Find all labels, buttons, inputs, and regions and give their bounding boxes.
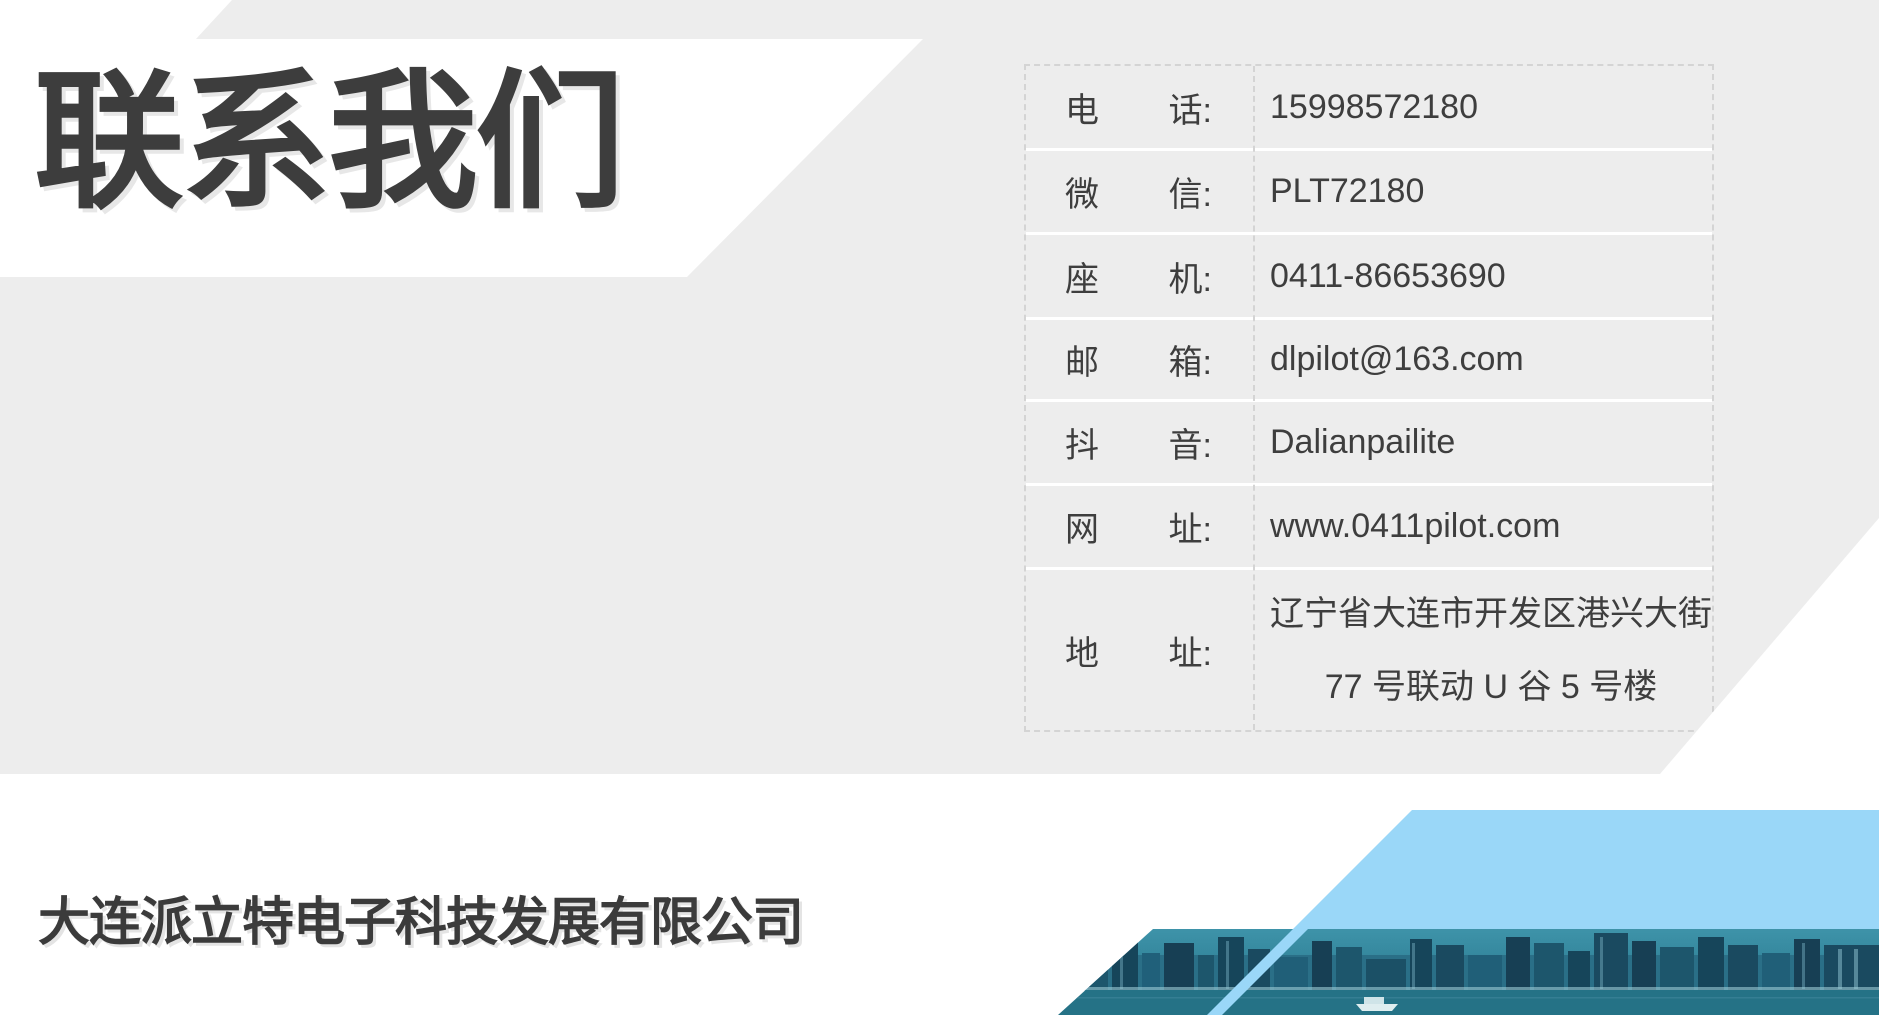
- label-text: 音:: [1169, 418, 1212, 467]
- row-label-website: 网 址:: [1026, 486, 1255, 567]
- contact-table: 电 话: 15998572180 微 信: PLT72180 座 机: 0411-86…: [1024, 64, 1714, 732]
- table-row-website: 网 址: www.0411pilot.com: [1026, 483, 1712, 567]
- address-line-2: 77 号联动 U 谷 5 号楼: [1325, 670, 1658, 704]
- row-value-email: dlpilot@163.com: [1255, 320, 1712, 399]
- table-row-email: 邮 箱: dlpilot@163.com: [1026, 317, 1712, 399]
- row-label-wechat: 微 信:: [1026, 151, 1255, 232]
- website-url: www.0411pilot.com: [1270, 507, 1560, 546]
- label-text: 话:: [1169, 83, 1212, 132]
- table-row-address: 地 址: 辽宁省大连市开发区港兴大街 77 号联动 U 谷 5 号楼: [1026, 567, 1712, 730]
- address-line-1: 辽宁省大连市开发区港兴大街: [1270, 597, 1712, 631]
- label-text: 网: [1065, 502, 1099, 551]
- row-value-website: www.0411pilot.com: [1255, 486, 1712, 567]
- row-value-wechat: PLT72180: [1255, 151, 1712, 232]
- row-value-phone: 15998572180: [1255, 66, 1712, 148]
- table-row-landline: 座 机: 0411-86653690: [1026, 232, 1712, 317]
- label-text: 电: [1065, 83, 1099, 132]
- label-text: 抖: [1065, 418, 1099, 467]
- label-text: 信:: [1169, 167, 1212, 216]
- row-label-landline: 座 机:: [1026, 235, 1255, 317]
- contact-slide: 电 话: 15998572180 微 信: PLT72180 座 机: 0411-86…: [0, 0, 1879, 1015]
- label-text: 座: [1065, 252, 1099, 301]
- row-value-address: 辽宁省大连市开发区港兴大街 77 号联动 U 谷 5 号楼: [1255, 570, 1712, 730]
- landline-number: 0411-86653690: [1270, 257, 1506, 296]
- row-value-landline: 0411-86653690: [1255, 235, 1712, 317]
- cityscape-graphic: [1058, 929, 1879, 1015]
- label-text: 邮: [1065, 335, 1099, 384]
- label-text: 机:: [1169, 252, 1212, 301]
- label-text: 箱:: [1169, 335, 1212, 384]
- row-label-address: 地 址:: [1026, 570, 1255, 730]
- label-text: 址:: [1169, 626, 1212, 675]
- table-row-wechat: 微 信: PLT72180: [1026, 148, 1712, 232]
- row-label-phone: 电 话:: [1026, 66, 1255, 148]
- table-row-douyin: 抖 音: Dalianpailite: [1026, 399, 1712, 483]
- cityscape-photo: [1058, 929, 1879, 1015]
- row-label-douyin: 抖 音:: [1026, 402, 1255, 483]
- table-row-phone: 电 话: 15998572180: [1026, 66, 1712, 148]
- row-value-douyin: Dalianpailite: [1255, 402, 1712, 483]
- email-address: dlpilot@163.com: [1270, 340, 1524, 379]
- company-name: 大连派立特电子科技发展有限公司: [38, 880, 803, 955]
- wechat-id: PLT72180: [1270, 172, 1424, 211]
- row-label-email: 邮 箱:: [1026, 320, 1255, 399]
- label-text: 地: [1065, 626, 1099, 675]
- table-column-divider: [1253, 66, 1255, 730]
- page-title: 联系我们: [34, 64, 622, 222]
- label-text: 微: [1065, 167, 1099, 216]
- douyin-id: Dalianpailite: [1270, 423, 1455, 462]
- label-text: 址:: [1169, 502, 1212, 551]
- phone-number: 15998572180: [1270, 88, 1478, 127]
